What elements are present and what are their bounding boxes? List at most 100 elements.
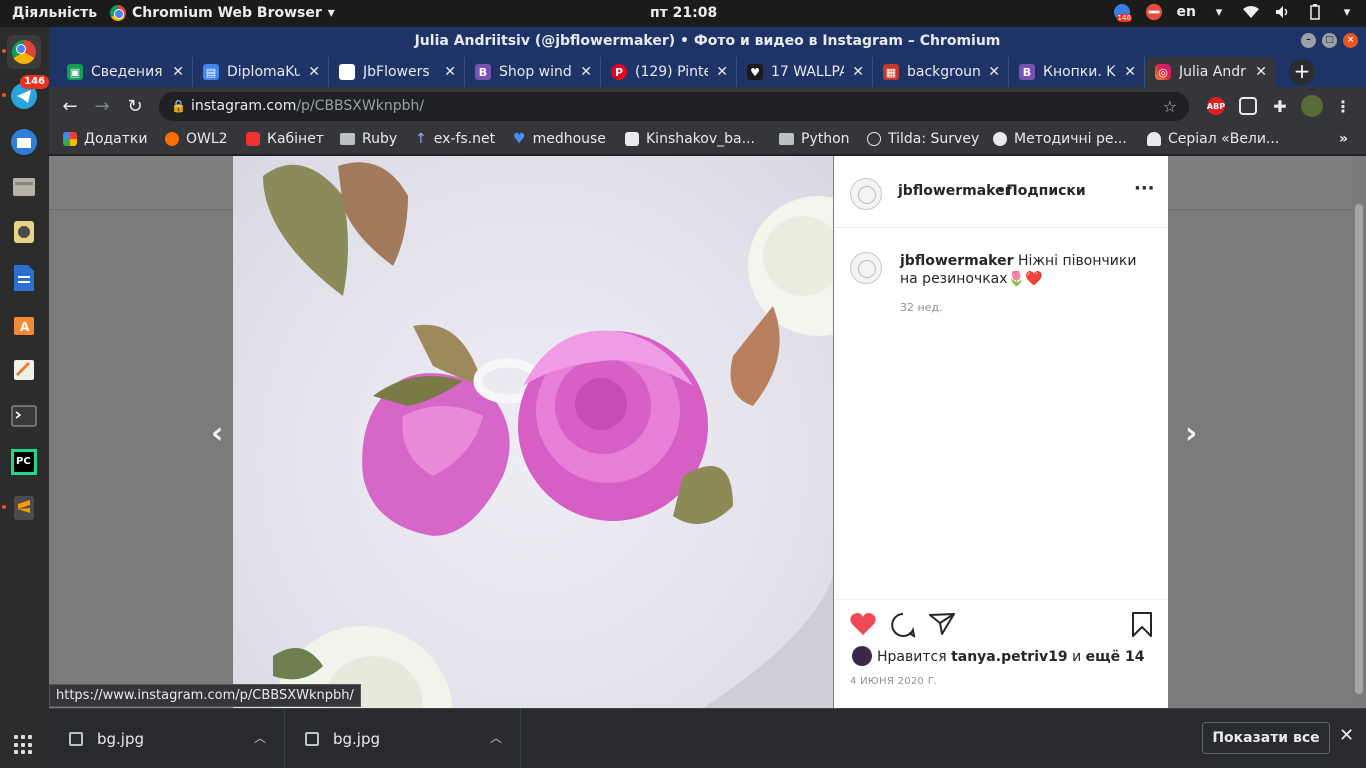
- show-all-downloads-button[interactable]: Показати все: [1202, 722, 1330, 754]
- bookmark-item[interactable]: Tilda: Survey: [867, 131, 979, 147]
- post-date[interactable]: 4 ИЮНЯ 2020 Г.: [850, 676, 938, 687]
- caption-avatar[interactable]: [850, 252, 882, 284]
- adblock-plus-icon[interactable]: ABP: [1207, 97, 1225, 115]
- likes-more[interactable]: ещё 14: [1086, 649, 1145, 665]
- close-tab-icon[interactable]: ✕: [308, 64, 320, 80]
- bookmark-item[interactable]: ♥ medhouse: [513, 131, 606, 147]
- bookmark-item[interactable]: ↑ ex-fs.net: [415, 131, 495, 147]
- divider: [834, 227, 1168, 228]
- telegram-dock-icon[interactable]: 146: [7, 75, 49, 113]
- download-item[interactable]: bg.jpg ︿: [285, 709, 521, 768]
- reload-icon[interactable]: ↻: [124, 96, 146, 117]
- update-notifier-icon[interactable]: 146: [1113, 3, 1132, 22]
- chevron-up-icon[interactable]: ︿: [490, 729, 502, 746]
- close-tab-icon[interactable]: ✕: [852, 64, 864, 80]
- profile-avatar[interactable]: [1301, 95, 1323, 117]
- extensions-puzzle-icon[interactable]: ✚: [1271, 97, 1289, 116]
- liker-avatar[interactable]: [852, 646, 872, 666]
- close-tab-icon[interactable]: ✕: [172, 64, 184, 80]
- keyboard-layout[interactable]: en: [1177, 4, 1196, 20]
- tab[interactable]: JbFlowers ✕: [329, 57, 465, 87]
- tab[interactable]: B Shop wind ✕: [465, 57, 601, 87]
- more-options-icon[interactable]: ···: [1134, 178, 1155, 199]
- page-scrollbar[interactable]: [1352, 156, 1366, 708]
- close-tab-icon[interactable]: ✕: [1255, 64, 1267, 80]
- tab[interactable]: B Кнопки. K ✕: [1009, 57, 1145, 87]
- lock-icon[interactable]: 🔒: [171, 92, 186, 121]
- chevron-down-icon[interactable]: ▾: [1338, 3, 1356, 21]
- extension-icon[interactable]: [1239, 97, 1257, 115]
- next-post-arrow-icon[interactable]: ›: [1185, 416, 1197, 451]
- close-window-button[interactable]: ×: [1343, 33, 1358, 48]
- close-tab-icon[interactable]: ✕: [580, 64, 592, 80]
- share-icon[interactable]: [929, 612, 955, 642]
- forward-icon[interactable]: →: [91, 96, 113, 117]
- chromium-dock-icon[interactable]: [7, 35, 41, 69]
- text-editor-dock-icon[interactable]: [7, 353, 41, 387]
- system-top-bar: Діяльність Chromium Web Browser ▾ пт 21:…: [0, 0, 1366, 27]
- rhythmbox-dock-icon[interactable]: [7, 215, 41, 249]
- tab[interactable]: ▣ Сведения ✕: [57, 57, 193, 87]
- tab[interactable]: P (129) Pinte ✕: [601, 57, 737, 87]
- activities-button[interactable]: Діяльність: [12, 5, 97, 21]
- maximize-button[interactable]: □: [1322, 33, 1337, 48]
- caption-time[interactable]: 32 нед.: [900, 301, 943, 314]
- tab[interactable]: ▤ DiplomaKu ✕: [193, 57, 329, 87]
- tab-active[interactable]: ◎ Julia Andr ✕: [1145, 57, 1275, 87]
- bookmark-label: Tilda: Survey: [888, 131, 980, 147]
- close-tab-icon[interactable]: ✕: [444, 64, 456, 80]
- battery-icon[interactable]: [1306, 3, 1324, 21]
- bookmark-item[interactable]: Kinshakov_ba...: [625, 131, 755, 147]
- show-applications-icon[interactable]: [14, 735, 34, 755]
- post-author-username[interactable]: jbflowermaker: [898, 183, 1012, 199]
- volume-icon[interactable]: [1274, 3, 1292, 21]
- caption-username[interactable]: jbflowermaker: [900, 253, 1014, 269]
- files-dock-icon[interactable]: [7, 170, 41, 204]
- following-button[interactable]: Подписки: [1006, 183, 1086, 199]
- bookmark-item[interactable]: Серіал «Вели...: [1147, 131, 1279, 147]
- likes-user[interactable]: tanya.petriv19: [951, 649, 1068, 665]
- post-photo[interactable]: [233, 156, 833, 708]
- terminal-dock-icon[interactable]: [7, 399, 41, 433]
- writer-dock-icon[interactable]: [7, 261, 41, 295]
- bookmark-item[interactable]: OWL2: [165, 131, 228, 147]
- back-icon[interactable]: ←: [59, 96, 81, 117]
- tab[interactable]: ♥ 17 WALLPA ✕: [737, 57, 873, 87]
- window-titlebar[interactable]: Julia Andriitsiv (@jbflowermaker) • Фото…: [49, 27, 1366, 55]
- menu-kebab-icon[interactable]: ⋮: [1334, 97, 1352, 116]
- close-tab-icon[interactable]: ✕: [1124, 64, 1136, 80]
- bookmark-item[interactable]: Методичні ре...: [993, 131, 1127, 147]
- like-heart-icon[interactable]: [850, 612, 876, 642]
- bookmark-item[interactable]: Ruby: [340, 131, 397, 147]
- bookmark-label: Kinshakov_ba...: [646, 131, 755, 147]
- thunderbird-dock-icon[interactable]: [7, 125, 41, 159]
- software-center-dock-icon[interactable]: A: [7, 307, 41, 341]
- bookmark-item[interactable]: Додатки: [63, 131, 147, 147]
- close-tab-icon[interactable]: ✕: [988, 64, 1000, 80]
- new-tab-button[interactable]: +: [1289, 59, 1315, 85]
- close-tab-icon[interactable]: ✕: [716, 64, 728, 80]
- app-menu[interactable]: Chromium Web Browser ▾: [110, 5, 335, 21]
- minimize-button[interactable]: –: [1301, 33, 1316, 48]
- sublime-dock-icon[interactable]: [7, 491, 41, 525]
- save-bookmark-icon[interactable]: [1131, 612, 1153, 644]
- author-avatar[interactable]: [850, 178, 882, 210]
- window-controls: – □ ×: [1301, 33, 1358, 48]
- bookmark-item[interactable]: Python: [779, 131, 850, 147]
- chevron-up-icon[interactable]: ︿: [254, 729, 266, 746]
- previous-post-arrow-icon[interactable]: ‹: [211, 416, 223, 451]
- scrollbar-thumb[interactable]: [1355, 204, 1363, 694]
- close-download-shelf-icon[interactable]: ✕: [1339, 725, 1354, 746]
- download-item[interactable]: bg.jpg ︿: [49, 709, 285, 768]
- clock[interactable]: пт 21:08: [650, 5, 717, 21]
- likes-and: и: [1072, 649, 1082, 665]
- pycharm-dock-icon[interactable]: PC: [7, 445, 41, 479]
- bookmarks-overflow-icon[interactable]: »: [1339, 131, 1348, 147]
- bookmark-item[interactable]: Кабінет: [246, 131, 324, 147]
- address-bar[interactable]: 🔒 instagram.com/p/CBBSXWknpbh/ ☆: [159, 92, 1189, 121]
- tab[interactable]: ▦ backgroun ✕: [873, 57, 1009, 87]
- bookmark-star-icon[interactable]: ☆: [1163, 92, 1177, 121]
- comment-icon[interactable]: [890, 612, 916, 644]
- wifi-icon[interactable]: [1242, 3, 1260, 21]
- do-not-disturb-icon[interactable]: [1145, 3, 1163, 21]
